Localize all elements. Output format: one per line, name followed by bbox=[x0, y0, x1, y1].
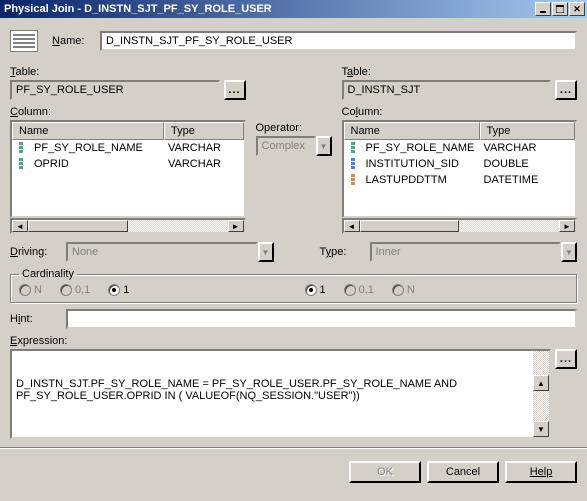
right-table-browse-button[interactable]: ... bbox=[555, 80, 577, 100]
chevron-down-icon: ▼ bbox=[316, 136, 332, 156]
operator-combo: Complex ▼ bbox=[256, 136, 332, 156]
right-card-1[interactable]: 1 bbox=[305, 284, 326, 296]
right-column-label: Column: bbox=[342, 106, 578, 118]
cardinality-legend: Cardinality bbox=[19, 268, 77, 280]
left-pane: Table: PF_SY_ROLE_USER ... Column: Name … bbox=[10, 66, 246, 234]
expression-browse-button[interactable]: ... bbox=[555, 349, 577, 369]
right-scrollbar[interactable]: ◄ ► bbox=[342, 218, 578, 234]
scroll-right-icon[interactable]: ► bbox=[559, 220, 575, 232]
left-header-type[interactable]: Type bbox=[164, 122, 244, 140]
right-card-01: 0,1 bbox=[344, 284, 374, 296]
left-header-name[interactable]: Name bbox=[12, 122, 164, 140]
chevron-down-icon: ▼ bbox=[258, 242, 274, 262]
join-icon bbox=[10, 30, 38, 52]
left-card-n: N bbox=[19, 284, 42, 296]
right-column-list[interactable]: Name Type PF_SY_ROLE_NAME VARCHAR INSTIT… bbox=[342, 120, 578, 218]
scroll-up-icon[interactable]: ▲ bbox=[533, 375, 549, 391]
column-icon bbox=[348, 174, 358, 186]
right-table-field: D_INSTN_SJT bbox=[342, 80, 552, 100]
left-table-field: PF_SY_ROLE_USER bbox=[10, 80, 220, 100]
list-item[interactable]: PF_SY_ROLE_NAME VARCHAR bbox=[12, 140, 244, 156]
help-button[interactable]: Help bbox=[505, 461, 577, 483]
window-title: Physical Join - D_INSTN_SJT_PF_SY_ROLE_U… bbox=[4, 3, 534, 15]
left-column-list[interactable]: Name Type PF_SY_ROLE_NAME VARCHAR OPRID … bbox=[10, 120, 246, 218]
name-field[interactable]: D_INSTN_SJT_PF_SY_ROLE_USER bbox=[100, 31, 577, 51]
name-label: Name: bbox=[52, 35, 100, 47]
column-icon bbox=[348, 142, 358, 154]
left-card-1[interactable]: 1 bbox=[108, 284, 129, 296]
left-table-label: Table: bbox=[10, 66, 246, 78]
left-table-browse-button[interactable]: ... bbox=[224, 80, 246, 100]
close-button[interactable]: ✕ bbox=[569, 2, 585, 16]
scroll-right-icon[interactable]: ► bbox=[228, 220, 244, 232]
right-card-n: N bbox=[392, 284, 415, 296]
column-icon bbox=[16, 158, 26, 170]
operator-label: Operator: bbox=[256, 122, 332, 134]
right-header-type[interactable]: Type bbox=[480, 122, 576, 140]
hint-label: Hint: bbox=[10, 313, 60, 325]
titlebar[interactable]: Physical Join - D_INSTN_SJT_PF_SY_ROLE_U… bbox=[0, 0, 587, 18]
ok-button: OK bbox=[349, 461, 421, 483]
list-item[interactable]: INSTITUTION_SID DOUBLE bbox=[344, 156, 576, 172]
expression-label: Expression: bbox=[10, 335, 577, 347]
chevron-down-icon: ▼ bbox=[561, 242, 577, 262]
type-combo: Inner ▼ bbox=[370, 242, 578, 262]
left-card-01: 0,1 bbox=[60, 284, 90, 296]
cardinality-group: Cardinality N 0,1 1 1 0,1 N bbox=[10, 268, 577, 303]
left-column-label: Column: bbox=[10, 106, 246, 118]
right-header-name[interactable]: Name bbox=[344, 122, 480, 140]
maximize-button[interactable] bbox=[552, 2, 568, 16]
scroll-down-icon[interactable]: ▼ bbox=[533, 421, 549, 437]
list-item[interactable]: PF_SY_ROLE_NAME VARCHAR bbox=[344, 140, 576, 156]
expression-textarea[interactable]: D_INSTN_SJT.PF_SY_ROLE_NAME = PF_SY_ROLE… bbox=[10, 349, 551, 439]
scroll-left-icon[interactable]: ◄ bbox=[344, 220, 360, 232]
driving-label: Driving: bbox=[10, 246, 56, 258]
expression-scrollbar[interactable]: ▲ ▼ bbox=[533, 351, 549, 437]
right-table-label: Table: bbox=[342, 66, 578, 78]
column-icon bbox=[16, 142, 26, 154]
type-label: Type: bbox=[320, 246, 360, 258]
cancel-button[interactable]: Cancel bbox=[427, 461, 499, 483]
scroll-left-icon[interactable]: ◄ bbox=[12, 220, 28, 232]
right-pane: Table: D_INSTN_SJT ... Column: Name Type… bbox=[342, 66, 578, 234]
hint-field[interactable] bbox=[66, 309, 577, 329]
minimize-button[interactable] bbox=[535, 2, 551, 16]
dialog-footer: OK Cancel Help bbox=[0, 455, 587, 489]
list-item[interactable]: LASTUPDDTTM DATETIME bbox=[344, 172, 576, 188]
driving-combo: None ▼ bbox=[66, 242, 274, 262]
left-scrollbar[interactable]: ◄ ► bbox=[10, 218, 246, 234]
column-icon bbox=[348, 158, 358, 170]
list-item[interactable]: OPRID VARCHAR bbox=[12, 156, 244, 172]
